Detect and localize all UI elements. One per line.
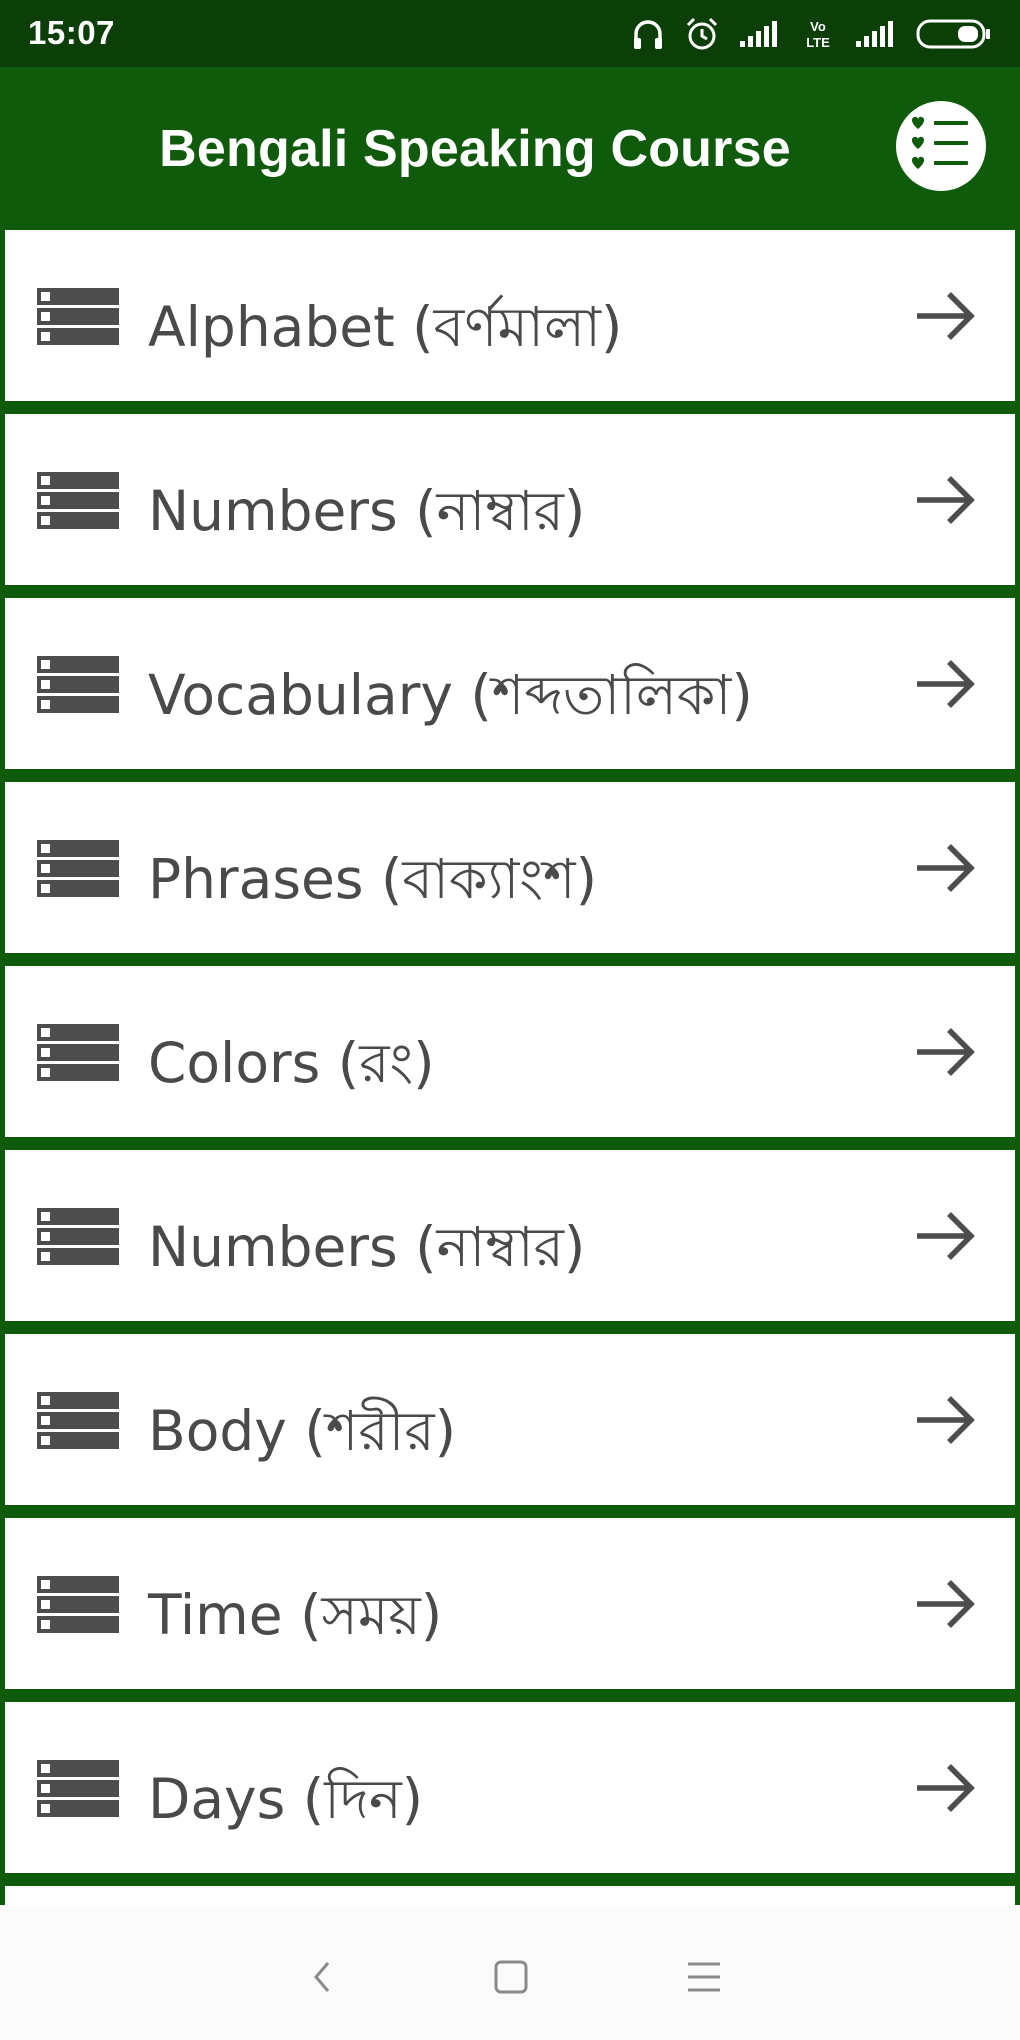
navigation-bar [0, 1905, 1020, 2040]
arrow-right-icon[interactable] [913, 838, 979, 898]
list-item[interactable]: Days (দিন) [5, 1702, 1015, 1873]
screen: 15:07 Vo LTE Bengali Speaking Course Alp… [0, 0, 1020, 2040]
list-icon [37, 472, 119, 529]
list-item[interactable]: Time (সময়) [5, 1518, 1015, 1689]
list-item-partial[interactable] [5, 1886, 1015, 1905]
svg-text:LTE: LTE [806, 35, 830, 50]
checklist-icon [911, 116, 968, 169]
list-icon [37, 840, 119, 897]
app-bar: Bengali Speaking Course [0, 67, 1020, 227]
status-icons: Vo LTE [630, 12, 992, 56]
app-title: Bengali Speaking Course [159, 120, 791, 178]
arrow-right-icon[interactable] [913, 1574, 979, 1634]
recents-icon [688, 1962, 720, 1992]
arrow-right-icon[interactable] [913, 654, 979, 714]
list-item-label: Phrases (বাক্যাংশ) [148, 847, 598, 911]
list-icon [37, 1576, 119, 1633]
menu-button[interactable] [896, 101, 986, 191]
alarm-icon [686, 17, 718, 50]
volte-icon: Vo LTE [806, 19, 830, 50]
arrow-right-icon[interactable] [913, 1022, 979, 1082]
list-item-label: Alphabet (বর্ণমালা) [148, 295, 623, 359]
list-item-label: Numbers (নাম্বার) [148, 479, 586, 543]
list-icon [37, 656, 119, 713]
headphones-icon [634, 20, 662, 49]
list-icon [37, 1024, 119, 1081]
signal-icon [740, 21, 777, 47]
list-item-label: Colors (রং) [148, 1031, 435, 1095]
status-bar: 15:07 Vo LTE [0, 0, 1020, 67]
back-icon [314, 1962, 330, 1992]
list-item[interactable]: Colors (রং) [5, 966, 1015, 1137]
recents-button[interactable] [674, 1947, 734, 2007]
list-item[interactable]: Numbers (নাম্বার) [5, 414, 1015, 585]
arrow-right-icon[interactable] [913, 1390, 979, 1450]
signal-icon [856, 21, 893, 47]
back-button[interactable] [292, 1947, 352, 2007]
list-item-label: Days (দিন) [148, 1767, 424, 1831]
battery-icon [916, 19, 990, 49]
list-item[interactable]: Numbers (নাম্বার) [5, 1150, 1015, 1321]
list-item-label: Time (সময়) [148, 1583, 443, 1647]
list-item-label: Body (শরীর) [148, 1399, 457, 1463]
home-icon [494, 1960, 528, 1994]
list-icon [37, 1760, 119, 1817]
arrow-right-icon[interactable] [913, 286, 979, 346]
list-item[interactable]: Vocabulary (শব্দতালিকা) [5, 598, 1015, 769]
topic-list: Alphabet (বর্ণমালা) Numbers (নাম্বার) Voca… [0, 227, 1020, 1905]
svg-text:Vo: Vo [810, 19, 826, 34]
status-time: 15:07 [28, 14, 115, 51]
arrow-right-icon[interactable] [913, 1758, 979, 1818]
list-icon [37, 1208, 119, 1265]
arrow-right-icon[interactable] [913, 470, 979, 530]
list-item-label: Numbers (নাম্বার) [148, 1215, 586, 1279]
list-item[interactable]: Alphabet (বর্ণমালা) [5, 230, 1015, 401]
arrow-right-icon[interactable] [913, 1206, 979, 1266]
list-item-label: Vocabulary (শব্দতালিকা) [148, 663, 753, 727]
list-item[interactable]: Phrases (বাক্যাংশ) [5, 782, 1015, 953]
home-button[interactable] [481, 1947, 541, 2007]
list-icon [37, 288, 119, 345]
list-item[interactable]: Body (শরীর) [5, 1334, 1015, 1505]
list-icon [37, 1392, 119, 1449]
